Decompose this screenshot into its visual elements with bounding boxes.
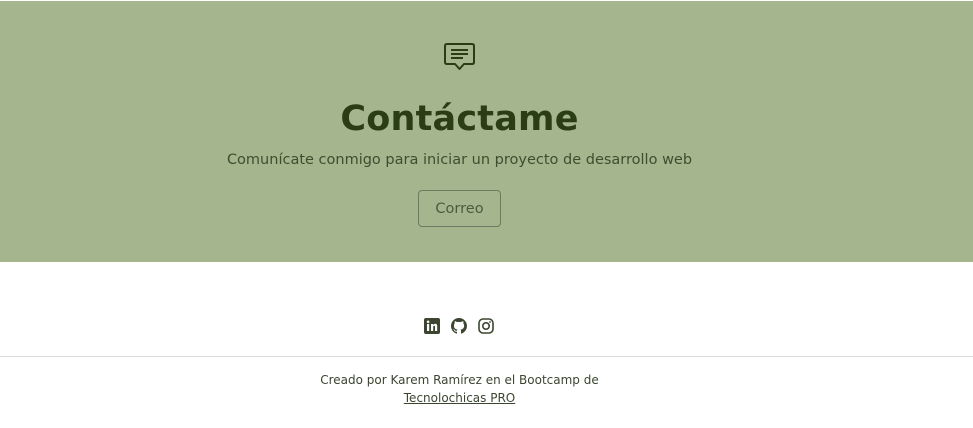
- github-icon[interactable]: [451, 318, 467, 334]
- credit-text: Creado por Karem Ramírez en el Bootcamp …: [320, 373, 599, 387]
- instagram-icon[interactable]: [478, 318, 494, 334]
- footer-credit: Creado por Karem Ramírez en el Bootcamp …: [0, 371, 919, 407]
- contact-hero: Contáctame Comunícate conmigo para inici…: [0, 0, 973, 262]
- hero-subtitle: Comunícate conmigo para iniciar un proye…: [226, 152, 693, 168]
- chat-message-icon: [443, 41, 476, 73]
- footer-divider: [0, 356, 973, 357]
- tecnolochicas-link[interactable]: Tecnolochicas PRO: [404, 391, 515, 405]
- page-title: Contáctame: [340, 99, 579, 139]
- linkedin-icon[interactable]: [424, 318, 440, 334]
- social-links: [424, 318, 494, 334]
- email-button[interactable]: Correo: [418, 190, 501, 227]
